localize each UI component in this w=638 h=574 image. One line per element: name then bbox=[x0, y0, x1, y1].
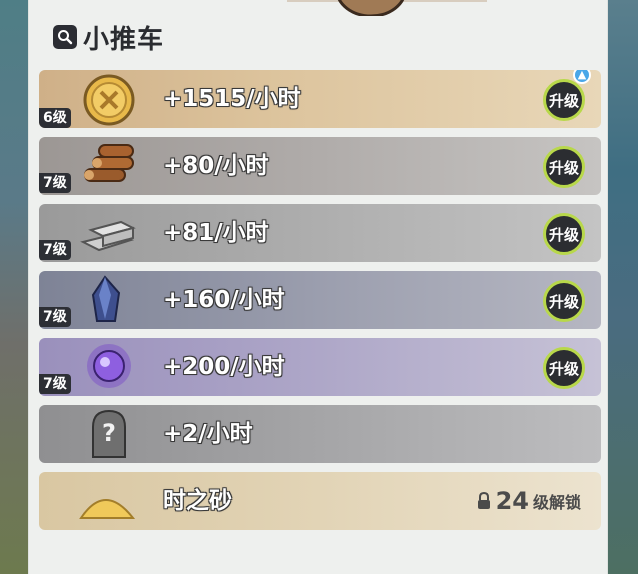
background-right bbox=[606, 0, 638, 574]
upgrade-button[interactable]: 升级 bbox=[543, 280, 585, 322]
level-badge: 6级 bbox=[39, 108, 71, 128]
upgrade-label: 升级 bbox=[548, 359, 579, 378]
production-rate: +1515/小时 bbox=[163, 86, 301, 112]
cart-top-decoration-icon bbox=[287, 0, 487, 16]
upgrade-button[interactable]: 升级 bbox=[543, 79, 585, 121]
upgrade-label: 升级 bbox=[548, 158, 579, 177]
stone-bricks-icon bbox=[80, 220, 136, 252]
background-left bbox=[0, 0, 30, 574]
resource-row-gold: +1515/小时 6级 升级 ▲ bbox=[39, 70, 601, 128]
header: 小推车 bbox=[53, 22, 164, 55]
unlock-level: 24 bbox=[495, 487, 529, 515]
upgrade-button[interactable]: 升级 bbox=[543, 213, 585, 255]
upgrade-label: 升级 bbox=[548, 91, 579, 110]
unlock-requirement: 24 级解锁 bbox=[476, 472, 581, 530]
page-title: 小推车 bbox=[83, 24, 165, 55]
upgrade-button[interactable]: 升级 bbox=[543, 146, 585, 188]
wood-logs-icon bbox=[84, 144, 134, 182]
production-rate: +81/小时 bbox=[163, 220, 269, 246]
upgrade-label: 升级 bbox=[548, 225, 579, 244]
sand-pile-icon bbox=[79, 499, 136, 519]
resource-row-wood: +80/小时 7级 升级 bbox=[39, 137, 601, 195]
cart-panel: 小推车 +1515/小时 6级 升级 ▲ +80/小时 7级 升级 +81/小时… bbox=[28, 0, 608, 574]
resource-name: 时之砂 bbox=[163, 488, 232, 514]
production-rate: +200/小时 bbox=[163, 354, 285, 380]
level-badge: 7级 bbox=[39, 240, 71, 260]
resource-row-crystal: +160/小时 7级 升级 bbox=[39, 271, 601, 329]
level-badge: 7级 bbox=[39, 307, 71, 327]
upgrade-button[interactable]: 升级 bbox=[543, 347, 585, 389]
purple-orb-icon bbox=[87, 344, 131, 388]
production-rate: +80/小时 bbox=[163, 153, 269, 179]
search-icon[interactable] bbox=[53, 25, 77, 49]
unlock-label: 级解锁 bbox=[532, 493, 581, 512]
lock-icon bbox=[477, 492, 490, 509]
resource-row-stone: +81/小时 7级 升级 bbox=[39, 204, 601, 262]
level-badge: 7级 bbox=[39, 173, 71, 193]
resource-row-mystery: ? +2/小时 bbox=[39, 405, 601, 463]
production-rate: +160/小时 bbox=[163, 287, 285, 313]
gold-coin-icon bbox=[83, 74, 135, 126]
production-rate: +2/小时 bbox=[163, 421, 253, 447]
upgrade-label: 升级 bbox=[548, 292, 579, 311]
upgrade-available-icon: ▲ bbox=[573, 70, 591, 84]
resource-row-orb: +200/小时 7级 升级 bbox=[39, 338, 601, 396]
resource-row-sand-locked: 时之砂 24 级解锁 bbox=[39, 472, 601, 530]
svg-text:?: ? bbox=[102, 419, 116, 447]
mystery-stone-icon: ? bbox=[92, 409, 126, 458]
blue-crystal-icon bbox=[91, 275, 121, 322]
level-badge: 7级 bbox=[39, 374, 71, 394]
